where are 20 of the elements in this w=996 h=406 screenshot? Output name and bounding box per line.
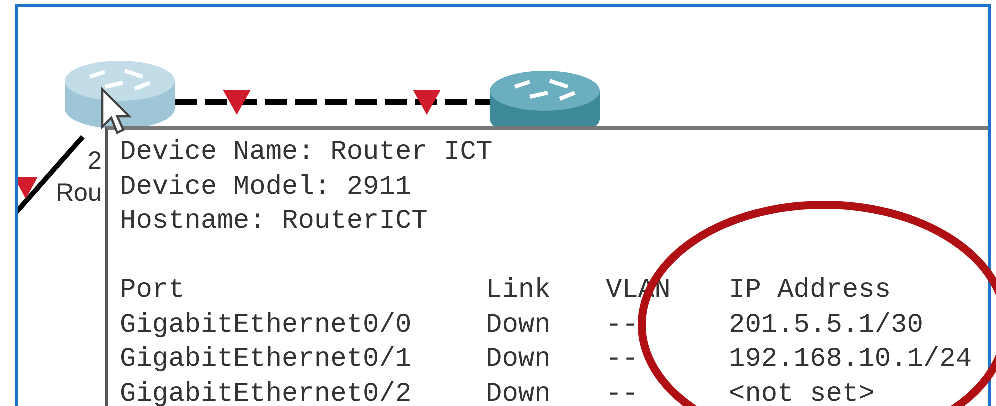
table-cell-text: -- — [606, 344, 640, 377]
table-cell-text: GigabitEthernet0/2 — [120, 378, 413, 406]
table-cell-text: Down — [486, 310, 552, 342]
table-cell-text: -- — [606, 378, 640, 406]
column-header: Link — [486, 275, 552, 308]
table-cell-text: GigabitEthernet0/1 — [120, 344, 413, 377]
table-cell-text: Down — [486, 344, 552, 377]
table-cell-text: Down — [486, 378, 552, 406]
table-cell-text: GigabitEthernet0/0 — [120, 310, 413, 342]
device-info-text: Device Name: Router ICT — [120, 137, 494, 170]
column-header: Port — [120, 275, 186, 308]
device-label: 2 — [88, 149, 102, 174]
table-cell-text: 192.168.10.1/24 — [729, 344, 974, 377]
column-header: IP Address — [729, 275, 892, 308]
device-info-text: Device Model: 2911 — [120, 172, 413, 204]
table-cell-text: <not set> — [729, 378, 876, 406]
device-info-text: Hostname: RouterICT — [120, 206, 429, 239]
table-cell-text: 201.5.5.1/30 — [729, 310, 924, 342]
device-label: Rou — [56, 181, 102, 206]
table-cell-text: -- — [606, 310, 640, 342]
